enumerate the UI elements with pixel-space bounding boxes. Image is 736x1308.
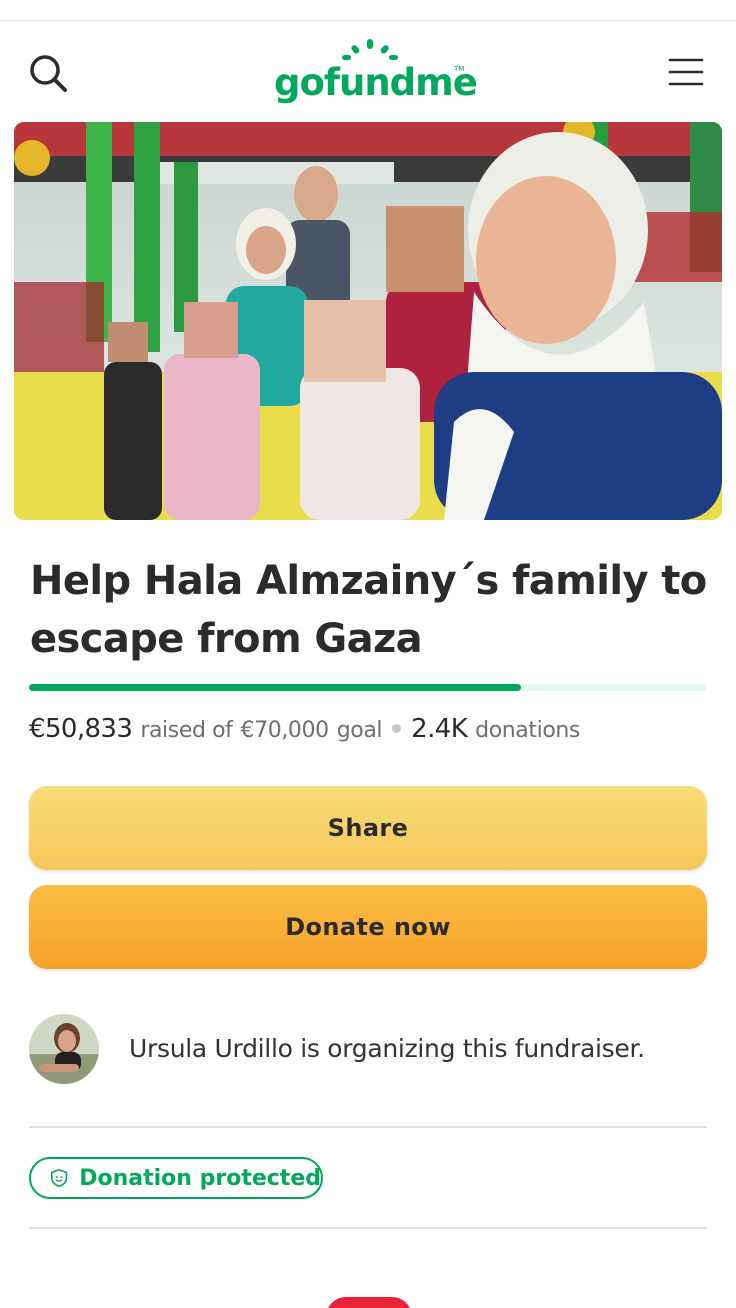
fundraiser-page: gofundme TM Help Hala Almzainy´s family … [0, 0, 736, 1308]
floating-action-button[interactable] [326, 1297, 412, 1308]
fundraising-stats: €50,833 raised of €70,000 goal 2.4K dona… [29, 714, 719, 748]
family-selfie-photo [14, 122, 722, 520]
amount-raised: €50,833 [29, 714, 133, 744]
gofundme-logo[interactable]: gofundme TM [266, 39, 478, 111]
raised-of-label: raised of [140, 718, 233, 743]
menu-button[interactable] [664, 55, 708, 91]
organizer-photo [29, 1014, 99, 1084]
divider [29, 1227, 707, 1229]
logo-sun-icon [342, 39, 398, 60]
donate-now-button[interactable]: Donate now [29, 885, 707, 969]
donation-protected-label: Donation protected [79, 1165, 321, 1191]
shield-icon [50, 1168, 68, 1188]
separator-dot [392, 724, 402, 733]
donations-label[interactable]: donations [475, 718, 580, 743]
search-button[interactable] [26, 51, 72, 97]
organizer-section: Ursula Urdillo is organizing this fundra… [29, 1014, 719, 1084]
donations-count[interactable]: 2.4K [411, 714, 468, 744]
campaign-title: Help Hala Almzainy´s family to escape fr… [30, 558, 707, 662]
hero-image[interactable] [14, 122, 722, 520]
logo-trademark: TM [454, 65, 465, 73]
goal-amount: €70,000 [240, 718, 330, 743]
goal-suffix: goal [336, 718, 383, 743]
organizer-text[interactable]: Ursula Urdillo is organizing this fundra… [129, 1034, 645, 1063]
divider [29, 1126, 707, 1128]
logo-text: gofundme [274, 61, 478, 104]
share-button[interactable]: Share [29, 786, 707, 870]
organizer-avatar[interactable] [29, 1014, 99, 1084]
progress-fill [29, 684, 522, 691]
hamburger-menu-icon [668, 58, 704, 86]
donation-protected-badge[interactable]: Donation protected [29, 1157, 323, 1199]
search-icon [30, 55, 67, 92]
header: gofundme TM [0, 21, 736, 121]
progress-bar [29, 684, 707, 691]
